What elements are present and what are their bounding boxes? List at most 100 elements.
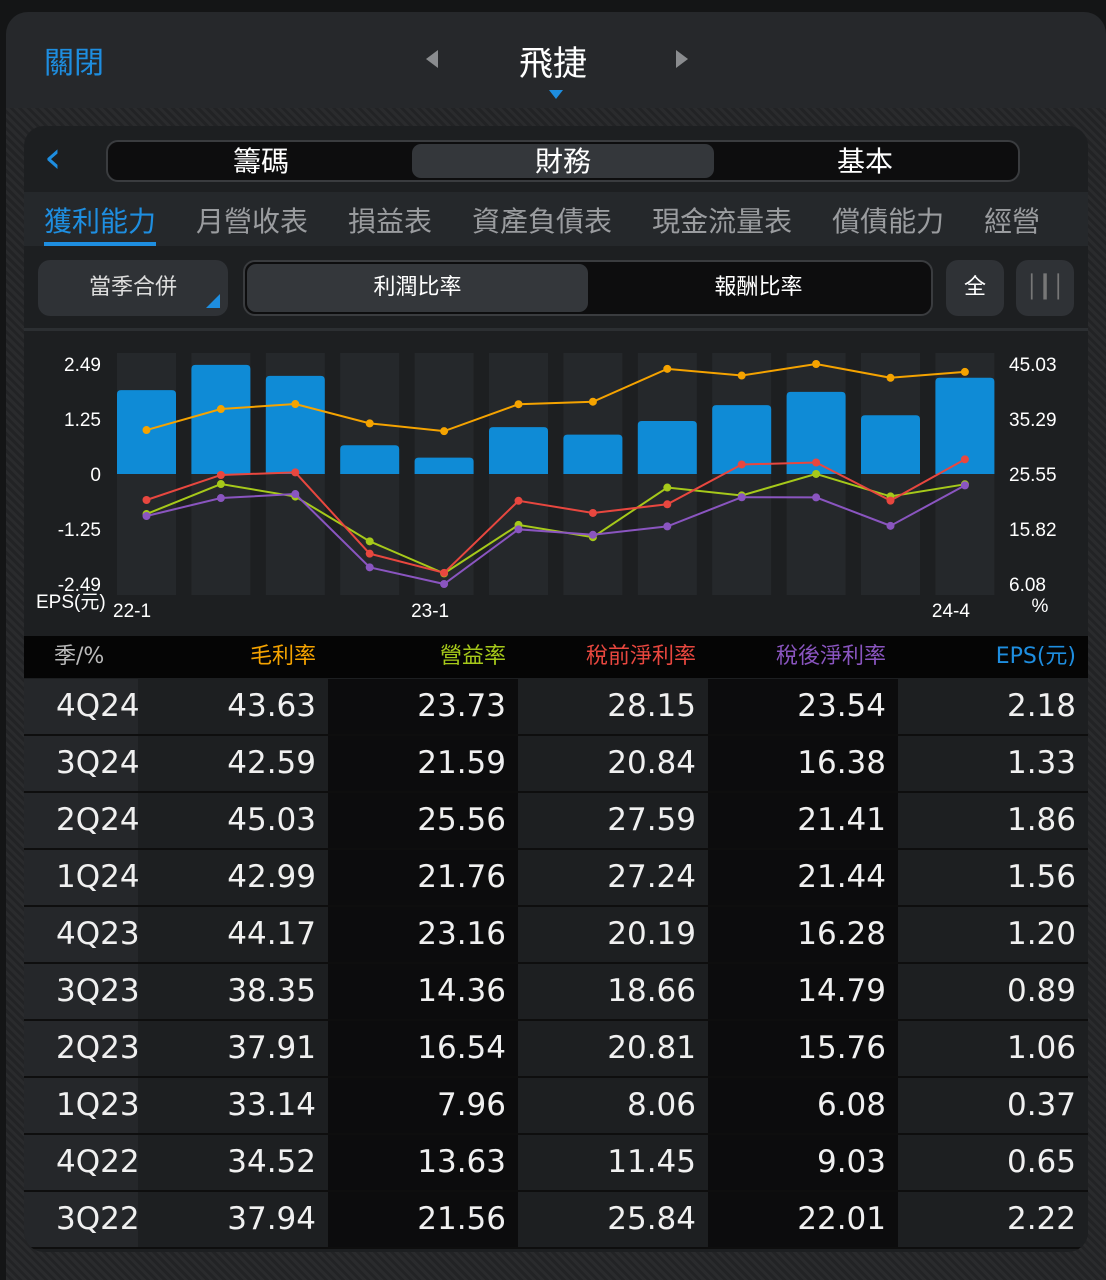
cell-quarter: 3Q23 bbox=[24, 964, 140, 1019]
cell-operating: 23.73 bbox=[328, 679, 518, 734]
cell-quarter: 4Q23 bbox=[24, 907, 140, 962]
point-aftertax bbox=[365, 563, 374, 572]
eps-bar bbox=[265, 375, 325, 474]
table-row[interactable]: 3Q23 38.35 14.36 18.66 14.79 0.89 bbox=[24, 964, 1088, 1021]
cell-aftertax: 14.79 bbox=[708, 964, 898, 1019]
subtab-income-statement[interactable]: 損益表 bbox=[328, 192, 452, 246]
table-row[interactable]: 4Q24 43.63 23.73 28.15 23.54 2.18 bbox=[24, 679, 1088, 736]
point-pretax bbox=[291, 468, 300, 477]
right-tick-label: 6.08 bbox=[1009, 575, 1046, 596]
cell-operating: 21.76 bbox=[328, 850, 518, 905]
eps-bar bbox=[861, 415, 920, 474]
cell-operating: 16.54 bbox=[328, 1021, 518, 1076]
table-body[interactable]: 4Q24 43.63 23.73 28.15 23.54 2.18 3Q24 42.59 21.… bbox=[24, 679, 1088, 1249]
period-dropdown[interactable]: 當季合併 bbox=[38, 260, 228, 316]
point-operating bbox=[216, 480, 225, 489]
cell-gross: 44.17 bbox=[138, 907, 328, 962]
cell-gross: 37.91 bbox=[138, 1021, 328, 1076]
cell-pretax: 8.06 bbox=[518, 1078, 708, 1133]
point-gross bbox=[663, 364, 672, 373]
cell-aftertax: 16.28 bbox=[708, 907, 898, 962]
point-gross bbox=[737, 371, 746, 380]
point-pretax bbox=[216, 470, 225, 479]
stock-title[interactable]: 飛捷 bbox=[0, 36, 1106, 85]
table-row[interactable]: 1Q23 33.14 7.96 8.06 6.08 0.37 bbox=[24, 1078, 1088, 1135]
x-tick-label: 23-1 bbox=[411, 601, 449, 622]
tab-profit-ratio[interactable]: 利潤比率 bbox=[247, 264, 588, 312]
subtab-balance-sheet[interactable]: 資產負債表 bbox=[452, 192, 632, 246]
cell-aftertax: 23.54 bbox=[708, 679, 898, 734]
subtab-profitability[interactable]: 獲利能力 bbox=[24, 192, 176, 246]
cell-quarter: 1Q23 bbox=[24, 1078, 140, 1133]
cell-eps: 1.06 bbox=[898, 1021, 1088, 1076]
cell-quarter: 4Q22 bbox=[24, 1135, 140, 1190]
point-pretax bbox=[514, 496, 523, 505]
point-pretax bbox=[142, 496, 151, 505]
back-chevron-icon[interactable]: ‹ bbox=[44, 136, 62, 180]
tab-finance[interactable]: 財務 bbox=[412, 144, 714, 178]
cell-eps: 2.22 bbox=[898, 1192, 1088, 1247]
cell-gross: 45.03 bbox=[138, 793, 328, 848]
point-pretax bbox=[663, 500, 672, 509]
eps-bar bbox=[489, 427, 548, 474]
subtab-solvency[interactable]: 償債能力 bbox=[812, 192, 964, 246]
caret-down-icon[interactable] bbox=[549, 90, 563, 99]
point-pretax bbox=[365, 549, 374, 558]
cell-aftertax: 21.41 bbox=[708, 793, 898, 848]
cell-quarter: 2Q24 bbox=[24, 793, 140, 848]
table-row[interactable]: 3Q24 42.59 21.59 20.84 16.38 1.33 bbox=[24, 736, 1088, 793]
subtab-cash-flow[interactable]: 現金流量表 bbox=[632, 192, 812, 246]
table-row[interactable]: 1Q24 42.99 21.76 27.24 21.44 1.56 bbox=[24, 850, 1088, 907]
table-row[interactable]: 4Q23 44.17 23.16 20.19 16.28 1.20 bbox=[24, 907, 1088, 964]
table-row[interactable]: 2Q23 37.91 16.54 20.81 15.76 1.06 bbox=[24, 1021, 1088, 1078]
cell-eps: 1.86 bbox=[898, 793, 1088, 848]
point-gross bbox=[588, 397, 597, 406]
cell-eps: 0.65 bbox=[898, 1135, 1088, 1190]
subtab-monthly-revenue[interactable]: 月營收表 bbox=[176, 192, 328, 246]
point-gross bbox=[812, 360, 821, 368]
cell-gross: 42.99 bbox=[138, 850, 328, 905]
cell-quarter: 4Q24 bbox=[24, 679, 140, 734]
point-operating bbox=[663, 483, 672, 492]
right-tick-label: 15.82 bbox=[1009, 520, 1057, 541]
cell-aftertax: 21.44 bbox=[708, 850, 898, 905]
tab-chips[interactable]: 籌碼 bbox=[110, 144, 412, 178]
eps-bar bbox=[191, 364, 251, 474]
right-axis-label: % bbox=[1032, 596, 1049, 617]
chart-toggle-button[interactable]: │┃│ bbox=[1016, 260, 1074, 316]
table-row[interactable]: 4Q22 34.52 13.63 11.45 9.03 0.65 bbox=[24, 1135, 1088, 1192]
cell-gross: 38.35 bbox=[138, 964, 328, 1019]
sub-tabs: 獲利能力 月營收表 損益表 資產負債表 現金流量表 償債能力 經營 bbox=[24, 192, 1088, 246]
point-operating bbox=[812, 469, 821, 478]
cell-pretax: 18.66 bbox=[518, 964, 708, 1019]
cell-eps: 0.89 bbox=[898, 964, 1088, 1019]
point-aftertax bbox=[514, 525, 523, 534]
point-pretax bbox=[812, 458, 821, 467]
point-gross bbox=[142, 426, 151, 435]
point-aftertax bbox=[216, 494, 225, 503]
header-quarter[interactable]: 季/% bbox=[24, 636, 138, 709]
point-gross bbox=[365, 419, 374, 428]
table-row[interactable]: 3Q22 37.94 21.56 25.84 22.01 2.22 bbox=[24, 1192, 1088, 1249]
cell-pretax: 28.15 bbox=[518, 679, 708, 734]
next-stock-arrow-icon[interactable] bbox=[676, 50, 688, 68]
header-eps: EPS(元) bbox=[995, 644, 1076, 669]
cell-eps: 1.56 bbox=[898, 850, 1088, 905]
all-button[interactable]: 全 bbox=[946, 260, 1004, 316]
left-tick-label: -1.25 bbox=[58, 520, 101, 541]
header-operating: 營益率 bbox=[439, 644, 506, 669]
cell-aftertax: 22.01 bbox=[708, 1192, 898, 1247]
table-row[interactable]: 2Q24 45.03 25.56 27.59 21.41 1.86 bbox=[24, 793, 1088, 850]
eps-bar bbox=[340, 445, 400, 474]
tab-return-ratio[interactable]: 報酬比率 bbox=[588, 264, 929, 312]
header-gross: 毛利率 bbox=[249, 644, 316, 669]
tab-basic[interactable]: 基本 bbox=[714, 144, 1016, 178]
point-pretax bbox=[886, 496, 895, 505]
finance-panel: ‹ 籌碼 財務 基本 獲利能力 月營收表 損益表 資產負債表 現金流量表 償債能… bbox=[24, 126, 1088, 1252]
point-gross bbox=[440, 427, 449, 436]
profitability-chart: 2.491.250-1.25-2.4945.0335.2925.5515.826… bbox=[36, 353, 1057, 622]
subtab-operating[interactable]: 經營 bbox=[964, 192, 1060, 246]
top-tabs: 籌碼 財務 基本 bbox=[106, 140, 1020, 182]
point-gross bbox=[960, 367, 969, 376]
point-aftertax bbox=[812, 493, 821, 502]
